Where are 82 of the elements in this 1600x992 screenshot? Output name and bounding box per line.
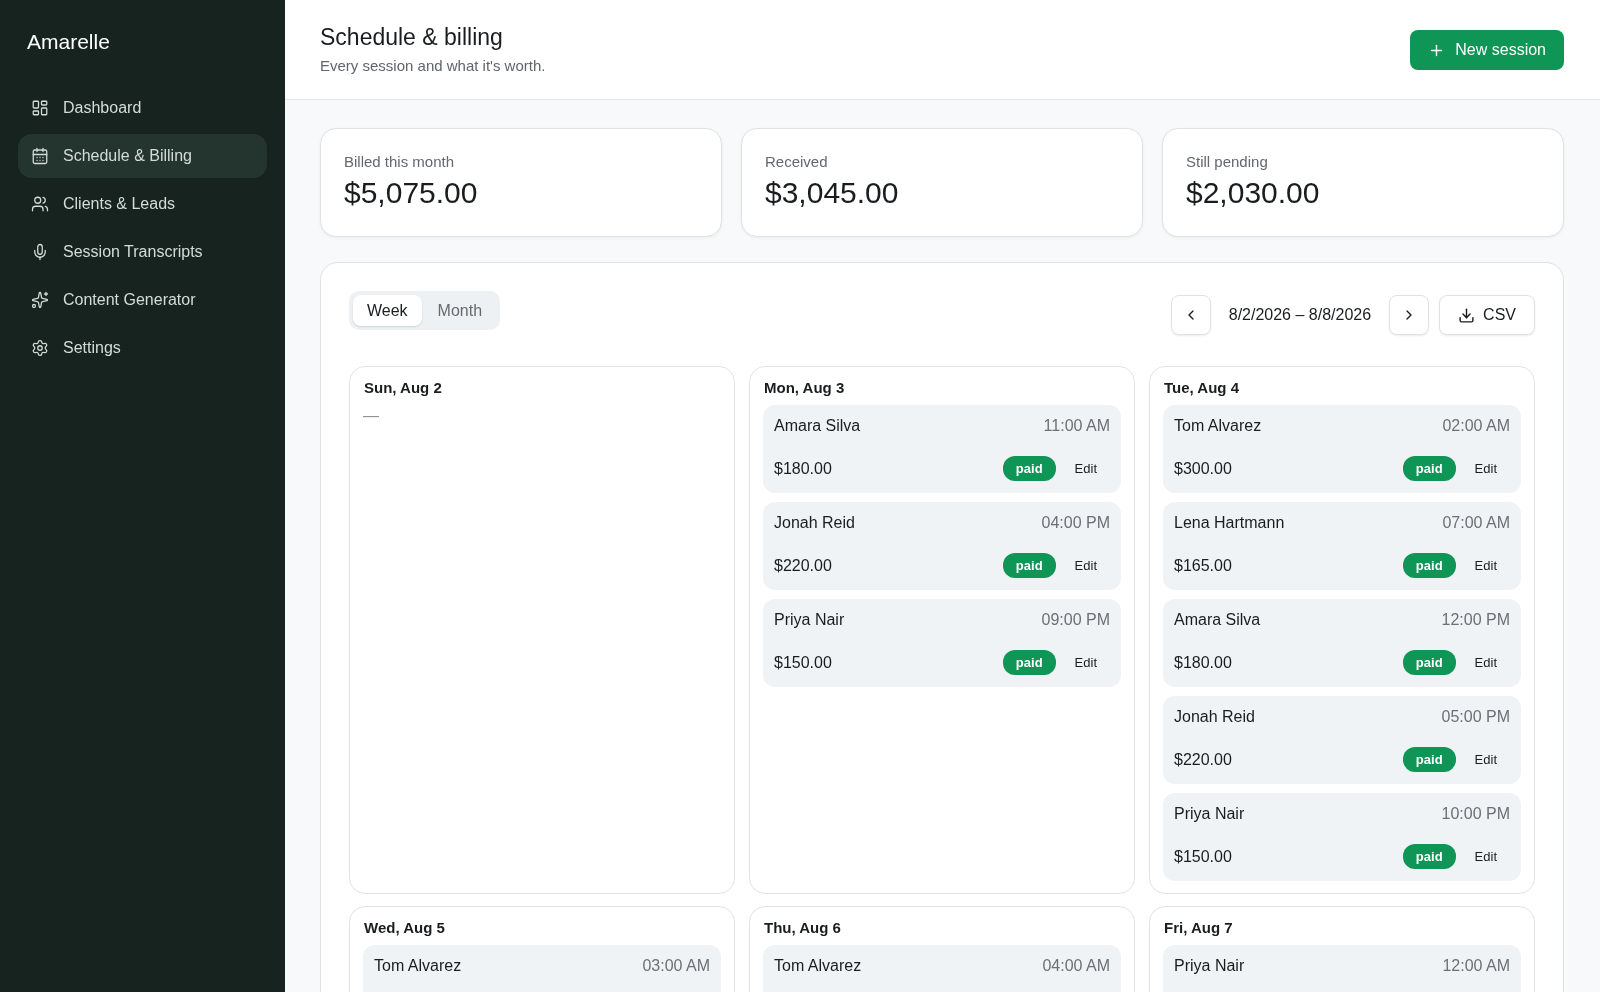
edit-button[interactable]: Edit bbox=[1461, 747, 1510, 772]
client-name: Priya Nair bbox=[1174, 805, 1245, 823]
nav-item[interactable]: Settings bbox=[18, 326, 267, 370]
session-amount: $150.00 bbox=[1174, 847, 1232, 866]
users-icon bbox=[31, 195, 49, 213]
day-title: Tue, Aug 4 bbox=[1164, 379, 1240, 396]
client-name: Jonah Reid bbox=[774, 514, 855, 532]
status-badge: paid bbox=[1002, 553, 1056, 578]
session-time: 02:00 AM bbox=[1442, 417, 1510, 435]
settings-icon bbox=[31, 339, 49, 357]
session-amount: $165.00 bbox=[1174, 556, 1232, 575]
status-badge: paid bbox=[1402, 650, 1456, 675]
calendar-icon bbox=[31, 147, 49, 165]
csv-button[interactable]: CSV bbox=[1439, 295, 1535, 335]
next-button[interactable] bbox=[1389, 295, 1430, 335]
session-amount: $300.00 bbox=[1174, 459, 1232, 478]
session-time: 12:00 PM bbox=[1441, 611, 1510, 629]
edit-button[interactable]: Edit bbox=[1061, 553, 1110, 578]
client-name: Priya Nair bbox=[1174, 957, 1245, 975]
status-badge: paid bbox=[1402, 747, 1456, 772]
view-tab[interactable]: Month bbox=[423, 295, 497, 326]
edit-button[interactable]: Edit bbox=[1461, 456, 1510, 481]
day-title: Mon, Aug 3 bbox=[764, 379, 846, 396]
page-title: Schedule & billing bbox=[320, 24, 504, 51]
client-name: Tom Alvarez bbox=[774, 957, 862, 975]
client-name: Lena Hartmann bbox=[1174, 514, 1285, 532]
status-badge: paid bbox=[1002, 650, 1056, 675]
previous-button[interactable] bbox=[1170, 295, 1211, 335]
client-name: Jonah Reid bbox=[1174, 708, 1255, 726]
status-badge: paid bbox=[1402, 844, 1456, 869]
session-time: 10:00 PM bbox=[1441, 805, 1510, 823]
session-time: 05:00 PM bbox=[1441, 708, 1510, 726]
nav-item[interactable]: Content Generator bbox=[18, 278, 267, 322]
session-time: 03:00 AM bbox=[642, 957, 710, 975]
client-name: Tom Alvarez bbox=[374, 957, 462, 975]
session-time: 04:00 PM bbox=[1041, 514, 1110, 532]
download-icon bbox=[1458, 306, 1476, 324]
session-amount: $180.00 bbox=[1174, 653, 1232, 672]
microphone-icon bbox=[31, 243, 49, 261]
sparkles-icon bbox=[31, 291, 49, 309]
status-badge: paid bbox=[1402, 553, 1456, 578]
stat-label: Received bbox=[765, 153, 829, 170]
session-time: 11:00 AM bbox=[1043, 417, 1110, 435]
session-amount: $220.00 bbox=[774, 556, 832, 575]
stat-value: $5,075.00 bbox=[344, 176, 479, 210]
new-session-button[interactable]: New session bbox=[1410, 30, 1564, 70]
dashboard-icon bbox=[31, 99, 49, 117]
day-title: Sun, Aug 2 bbox=[364, 379, 443, 396]
empty-day-text: — bbox=[363, 406, 379, 426]
day-title: Wed, Aug 5 bbox=[364, 919, 446, 936]
session-time: 07:00 AM bbox=[1442, 514, 1510, 532]
status-badge: paid bbox=[1402, 456, 1456, 481]
session-time: 04:00 AM bbox=[1042, 957, 1110, 975]
stat-label: Billed this month bbox=[344, 153, 456, 170]
client-name: Amara Silva bbox=[1174, 611, 1261, 629]
edit-button[interactable]: Edit bbox=[1461, 650, 1510, 675]
edit-button[interactable]: Edit bbox=[1461, 844, 1510, 869]
client-name: Priya Nair bbox=[774, 611, 845, 629]
brand-name: Amarelle bbox=[27, 30, 111, 54]
session-amount: $220.00 bbox=[1174, 750, 1232, 769]
edit-button[interactable]: Edit bbox=[1061, 456, 1110, 481]
page-subtitle: Every session and what it's worth. bbox=[320, 57, 546, 74]
stat-value: $3,045.00 bbox=[765, 176, 900, 210]
stat-value: $2,030.00 bbox=[1186, 176, 1321, 210]
client-name: Tom Alvarez bbox=[1174, 417, 1262, 435]
session-time: 09:00 PM bbox=[1041, 611, 1110, 629]
edit-button[interactable]: Edit bbox=[1461, 553, 1510, 578]
session-time: 12:00 AM bbox=[1442, 957, 1510, 975]
nav-item[interactable]: Schedule & Billing bbox=[18, 134, 267, 178]
day-title: Fri, Aug 7 bbox=[1164, 919, 1234, 936]
edit-button[interactable]: Edit bbox=[1061, 650, 1110, 675]
date-range: 8/2/2026 – 8/8/2026 bbox=[1227, 306, 1373, 324]
nav-item[interactable]: Clients & Leads bbox=[18, 182, 267, 226]
day-title: Thu, Aug 6 bbox=[764, 919, 842, 936]
client-name: Amara Silva bbox=[774, 417, 861, 435]
nav-item[interactable]: Dashboard bbox=[18, 86, 267, 130]
session-amount: $150.00 bbox=[774, 653, 832, 672]
view-tab[interactable]: Week bbox=[353, 295, 422, 326]
nav-item[interactable]: Session Transcripts bbox=[18, 230, 267, 274]
status-badge: paid bbox=[1002, 456, 1056, 481]
session-amount: $180.00 bbox=[774, 459, 832, 478]
stat-label: Still pending bbox=[1186, 153, 1269, 170]
